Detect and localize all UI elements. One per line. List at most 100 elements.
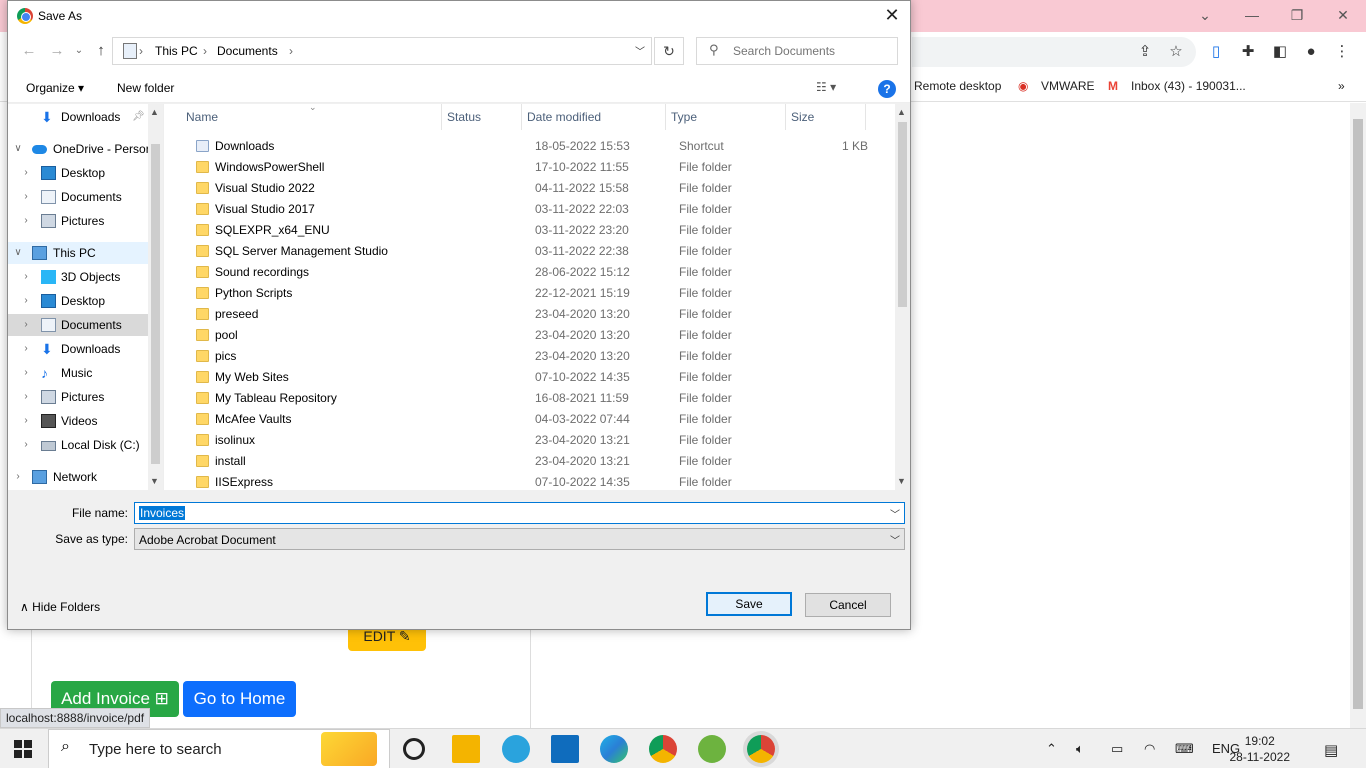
- clock[interactable]: 19:02 28-11-2022: [1230, 733, 1291, 765]
- close-window-icon[interactable]: ✕: [1323, 4, 1363, 26]
- task-view-icon[interactable]: [403, 738, 425, 760]
- nav-pane-scrollbar[interactable]: ▲ ▼: [148, 104, 163, 490]
- breadcrumb-documents[interactable]: Documents: [217, 44, 278, 58]
- breadcrumb-this-pc[interactable]: This PC: [155, 44, 198, 58]
- hide-folders-button[interactable]: ∧ Hide Folders: [20, 600, 100, 614]
- file-row[interactable]: McAfee Vaults 04-03-2022 07:44 File folder: [184, 409, 894, 430]
- nav-item-downloads-pinned[interactable]: ⬇ Downloads 📌︎: [8, 106, 148, 128]
- nav-item-documents[interactable]: › Documents: [8, 314, 148, 336]
- minimize-icon[interactable]: —: [1232, 4, 1272, 26]
- spring-tools-icon[interactable]: [698, 735, 726, 763]
- nav-item-desktop[interactable]: › Desktop: [8, 290, 148, 312]
- file-row[interactable]: install 23-04-2020 13:21 File folder: [184, 451, 894, 472]
- restore-icon[interactable]: ❐: [1277, 4, 1317, 26]
- nav-item-videos[interactable]: › Videos: [8, 410, 148, 432]
- side-panel-icon[interactable]: ◧: [1269, 42, 1291, 62]
- refresh-icon[interactable]: ↻: [654, 37, 684, 65]
- page-scrollbar[interactable]: [1350, 103, 1366, 728]
- up-icon[interactable]: ↑: [92, 42, 110, 60]
- help-icon[interactable]: ?: [878, 80, 896, 98]
- file-row[interactable]: WindowsPowerShell 17-10-2022 11:55 File fo…: [184, 157, 894, 178]
- file-row[interactable]: pool 23-04-2020 13:20 File folder: [184, 325, 894, 346]
- view-options-icon[interactable]: ☷ ▾: [816, 80, 856, 98]
- bookmark-remote-desktop[interactable]: Remote desktop: [914, 77, 1001, 95]
- nav-item-music[interactable]: › ♪ Music: [8, 362, 148, 384]
- file-row[interactable]: pics 23-04-2020 13:20 File folder: [184, 346, 894, 367]
- address-breadcrumb[interactable]: › This PC › Documents › ﹀: [112, 37, 652, 65]
- extension-icon[interactable]: ▯: [1205, 42, 1227, 62]
- file-row[interactable]: preseed 23-04-2020 13:20 File folder: [184, 304, 894, 325]
- keyboard-icon[interactable]: ⌨: [1175, 741, 1194, 757]
- puzzle-icon[interactable]: ✚: [1237, 42, 1259, 62]
- chevron-down-icon[interactable]: ﹀: [890, 506, 900, 521]
- new-folder-button[interactable]: New folder: [117, 81, 174, 95]
- file-row[interactable]: Python Scripts 22-12-2021 15:19 File folde…: [184, 283, 894, 304]
- share-icon[interactable]: ⇪: [1134, 42, 1156, 62]
- file-row[interactable]: My Web Sites 07-10-2022 14:35 File folder: [184, 367, 894, 388]
- chevron-down-icon[interactable]: ﹀: [635, 43, 645, 58]
- file-name-field[interactable]: Invoices ﹀: [134, 502, 905, 524]
- nav-item-downloads[interactable]: › ⬇ Downloads: [8, 338, 148, 360]
- wifi-icon[interactable]: ◠: [1144, 741, 1155, 757]
- file-row[interactable]: SQL Server Management Studio 03-11-2022 2…: [184, 241, 894, 262]
- more-bookmarks-icon[interactable]: »: [1338, 77, 1345, 95]
- search-documents-field[interactable]: ⚲: [696, 37, 898, 65]
- taskbar-search[interactable]: ⌕ Type here to search: [48, 729, 390, 768]
- nav-item-3d-objects[interactable]: › 3D Objects: [8, 266, 148, 288]
- tab-search-icon[interactable]: ⌄: [1185, 4, 1225, 26]
- chevron-right-icon: ›: [24, 295, 28, 306]
- file-list-scrollbar[interactable]: ▲ ▼: [895, 104, 910, 490]
- cancel-button[interactable]: Cancel: [805, 593, 891, 617]
- menu-icon[interactable]: ⋮: [1331, 42, 1353, 62]
- file-row[interactable]: SQLEXPR_x64_ENU 03-11-2022 23:20 File fold…: [184, 220, 894, 241]
- organize-button[interactable]: Organize ▾: [26, 81, 84, 95]
- avatar[interactable]: ●: [1300, 42, 1322, 62]
- column-name[interactable]: Name: [186, 110, 218, 124]
- column-type[interactable]: Type: [671, 110, 697, 124]
- nav-item-this-pc[interactable]: ∨ This PC: [8, 242, 148, 264]
- search-input[interactable]: [733, 42, 893, 60]
- scroll-up-icon[interactable]: ▲: [150, 107, 159, 117]
- bookmark-inbox[interactable]: Inbox (43) - 190031...: [1131, 77, 1246, 95]
- telegram-icon[interactable]: [502, 735, 530, 763]
- chrome-icon[interactable]: [649, 735, 677, 763]
- file-row[interactable]: Visual Studio 2022 04-11-2022 15:58 File f…: [184, 178, 894, 199]
- nav-item-onedrive-documents[interactable]: › Documents: [8, 186, 148, 208]
- column-status[interactable]: Status: [447, 110, 481, 124]
- edge-icon[interactable]: [600, 735, 628, 763]
- file-row[interactable]: Downloads 18-05-2022 15:53 Shortcut 1 KB: [184, 136, 894, 157]
- scroll-down-icon[interactable]: ▼: [897, 476, 906, 486]
- column-size[interactable]: Size: [791, 110, 814, 124]
- recent-locations-icon[interactable]: ⌄: [70, 42, 88, 60]
- file-row[interactable]: Sound recordings 28-06-2022 15:12 File fol…: [184, 262, 894, 283]
- notifications-icon[interactable]: ▤: [1324, 741, 1338, 759]
- file-row[interactable]: Visual Studio 2017 03-11-2022 22:03 File f…: [184, 199, 894, 220]
- file-explorer-icon[interactable]: [452, 735, 480, 763]
- battery-icon[interactable]: ▭: [1111, 741, 1123, 757]
- back-icon[interactable]: ←: [20, 42, 38, 60]
- tray-chevron-icon[interactable]: ⌃: [1046, 741, 1057, 757]
- scroll-down-icon[interactable]: ▼: [150, 476, 159, 486]
- close-icon[interactable]: ✕: [882, 5, 902, 25]
- save-type-select[interactable]: Adobe Acrobat Document ﹀: [134, 528, 905, 550]
- save-button[interactable]: Save: [706, 592, 792, 616]
- bookmark-star-icon[interactable]: ☆: [1165, 42, 1187, 62]
- file-row[interactable]: isolinux 23-04-2020 13:21 File folder: [184, 430, 894, 451]
- file-row[interactable]: My Tableau Repository 16-08-2021 11:59 Fil…: [184, 388, 894, 409]
- start-button[interactable]: [14, 740, 32, 758]
- nav-item-local-disk[interactable]: › Local Disk (C:): [8, 434, 148, 456]
- file-row[interactable]: IISExpress 07-10-2022 14:35 File folder: [184, 472, 894, 490]
- nav-item-network[interactable]: › Network: [8, 466, 148, 488]
- bookmark-vmware[interactable]: VMWARE: [1041, 77, 1095, 95]
- nav-item-onedrive-desktop[interactable]: › Desktop: [8, 162, 148, 184]
- column-date-modified[interactable]: Date modified: [527, 110, 601, 124]
- chrome-active-icon[interactable]: [747, 735, 775, 763]
- go-home-button[interactable]: Go to Home: [183, 681, 296, 717]
- scroll-up-icon[interactable]: ▲: [897, 107, 906, 117]
- forward-icon[interactable]: →: [48, 42, 66, 60]
- nav-item-pictures[interactable]: › Pictures: [8, 386, 148, 408]
- nav-item-onedrive[interactable]: ∨ OneDrive - Persor: [8, 138, 149, 160]
- mail-icon[interactable]: [551, 735, 579, 763]
- volume-icon[interactable]: 🔈︎: [1076, 741, 1084, 757]
- nav-item-onedrive-pictures[interactable]: › Pictures: [8, 210, 148, 232]
